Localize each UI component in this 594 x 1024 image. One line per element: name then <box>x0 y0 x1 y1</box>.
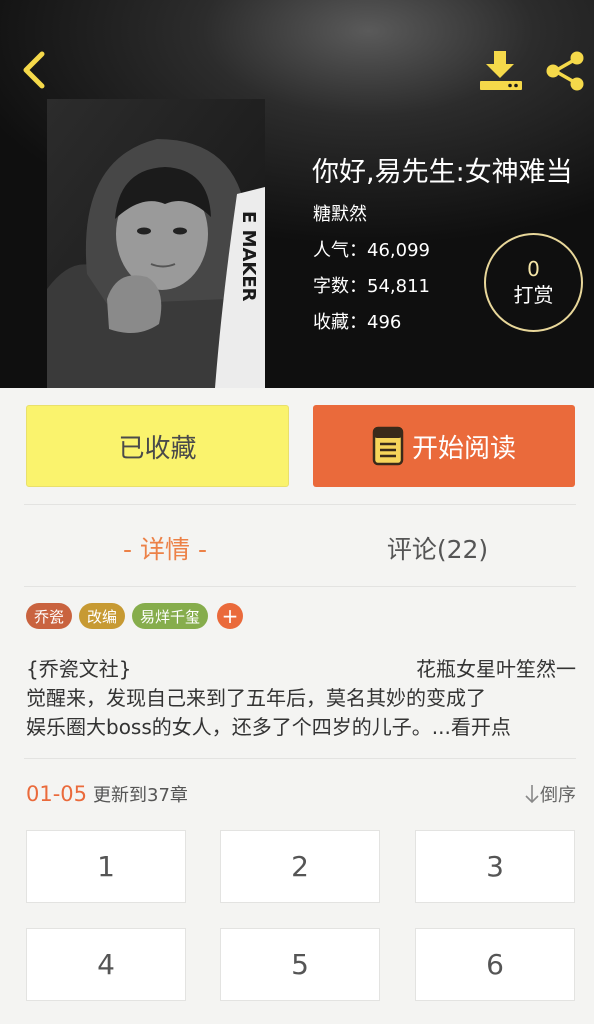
chapter-item[interactable]: 2 <box>220 830 380 903</box>
tag-item[interactable]: 易烊千玺 <box>132 603 209 629</box>
synopsis-line: 娱乐圈大boss的女人，还多了个四岁的儿子。...看开点 <box>26 715 511 739</box>
share-icon <box>546 51 584 91</box>
divider <box>24 504 576 505</box>
download-button[interactable] <box>474 46 528 96</box>
chapter-item[interactable]: 1 <box>26 830 186 903</box>
synopsis-line: 觉醒来，发现自己来到了五年后，莫名其妙的变成了 <box>26 686 486 710</box>
tag-item[interactable]: 乔瓷 <box>26 603 73 629</box>
sort-button[interactable]: 倒序 <box>524 781 576 807</box>
update-date: 01-05 <box>26 782 88 806</box>
tip-label: 打赏 <box>513 282 554 307</box>
chapter-item[interactable]: 5 <box>220 928 380 1001</box>
book-header: E MAKER 你好,易先生:女神难当 糖默然 人气：46,099 字数：54,… <box>0 0 594 388</box>
tag-list: 乔瓷 改编 易烊千玺 + <box>26 603 244 629</box>
book-icon <box>372 426 404 466</box>
tab-comments[interactable]: 评论(22) <box>330 526 545 570</box>
divider <box>24 586 576 587</box>
sort-down-arrow-icon <box>525 785 539 804</box>
update-info: 01-05 更新到37章 倒序 <box>26 778 576 810</box>
back-arrow-icon <box>23 51 45 89</box>
share-button[interactable] <box>540 46 590 96</box>
download-icon <box>480 51 522 90</box>
word-count-stat: 字数：54,811 <box>313 276 430 297</box>
synopsis-line: {乔瓷文社} 花瓶女星叶笙然一 <box>26 655 576 684</box>
collected-label: 已收藏 <box>118 433 197 464</box>
synopsis-text: 花瓶女星叶笙然一 <box>416 657 576 681</box>
favorites-stat: 收藏：496 <box>313 312 402 333</box>
add-tag-icon[interactable]: + <box>217 603 244 629</box>
tab-detail[interactable]: - 详情 - <box>60 526 270 570</box>
divider <box>24 758 576 759</box>
book-title: 你好,易先生:女神难当 <box>312 157 573 188</box>
synopsis-publisher: {乔瓷文社} <box>26 657 132 681</box>
tag-item[interactable]: 改编 <box>79 603 126 629</box>
chapter-item[interactable]: 6 <box>415 928 575 1001</box>
popularity-stat: 人气：46,099 <box>313 240 430 261</box>
collected-button[interactable]: 已收藏 <box>26 405 289 487</box>
tip-button[interactable]: 0 打赏 <box>484 233 583 332</box>
back-button[interactable] <box>12 48 56 92</box>
update-text: 更新到37章 <box>93 785 188 806</box>
synopsis[interactable]: {乔瓷文社} 花瓶女星叶笙然一 觉醒来，发现自己来到了五年后，莫名其妙的变成了 … <box>26 655 576 745</box>
sort-label: 倒序 <box>540 785 576 806</box>
chapter-item[interactable]: 3 <box>415 830 575 903</box>
svg-text:E MAKER: E MAKER <box>238 211 259 302</box>
start-reading-button[interactable]: 开始阅读 <box>313 405 575 487</box>
chapter-item[interactable]: 4 <box>26 928 186 1001</box>
book-author[interactable]: 糖默然 <box>313 200 367 226</box>
tip-count: 0 <box>527 256 540 281</box>
start-reading-label: 开始阅读 <box>411 433 516 464</box>
book-cover-image: E MAKER <box>47 99 265 388</box>
